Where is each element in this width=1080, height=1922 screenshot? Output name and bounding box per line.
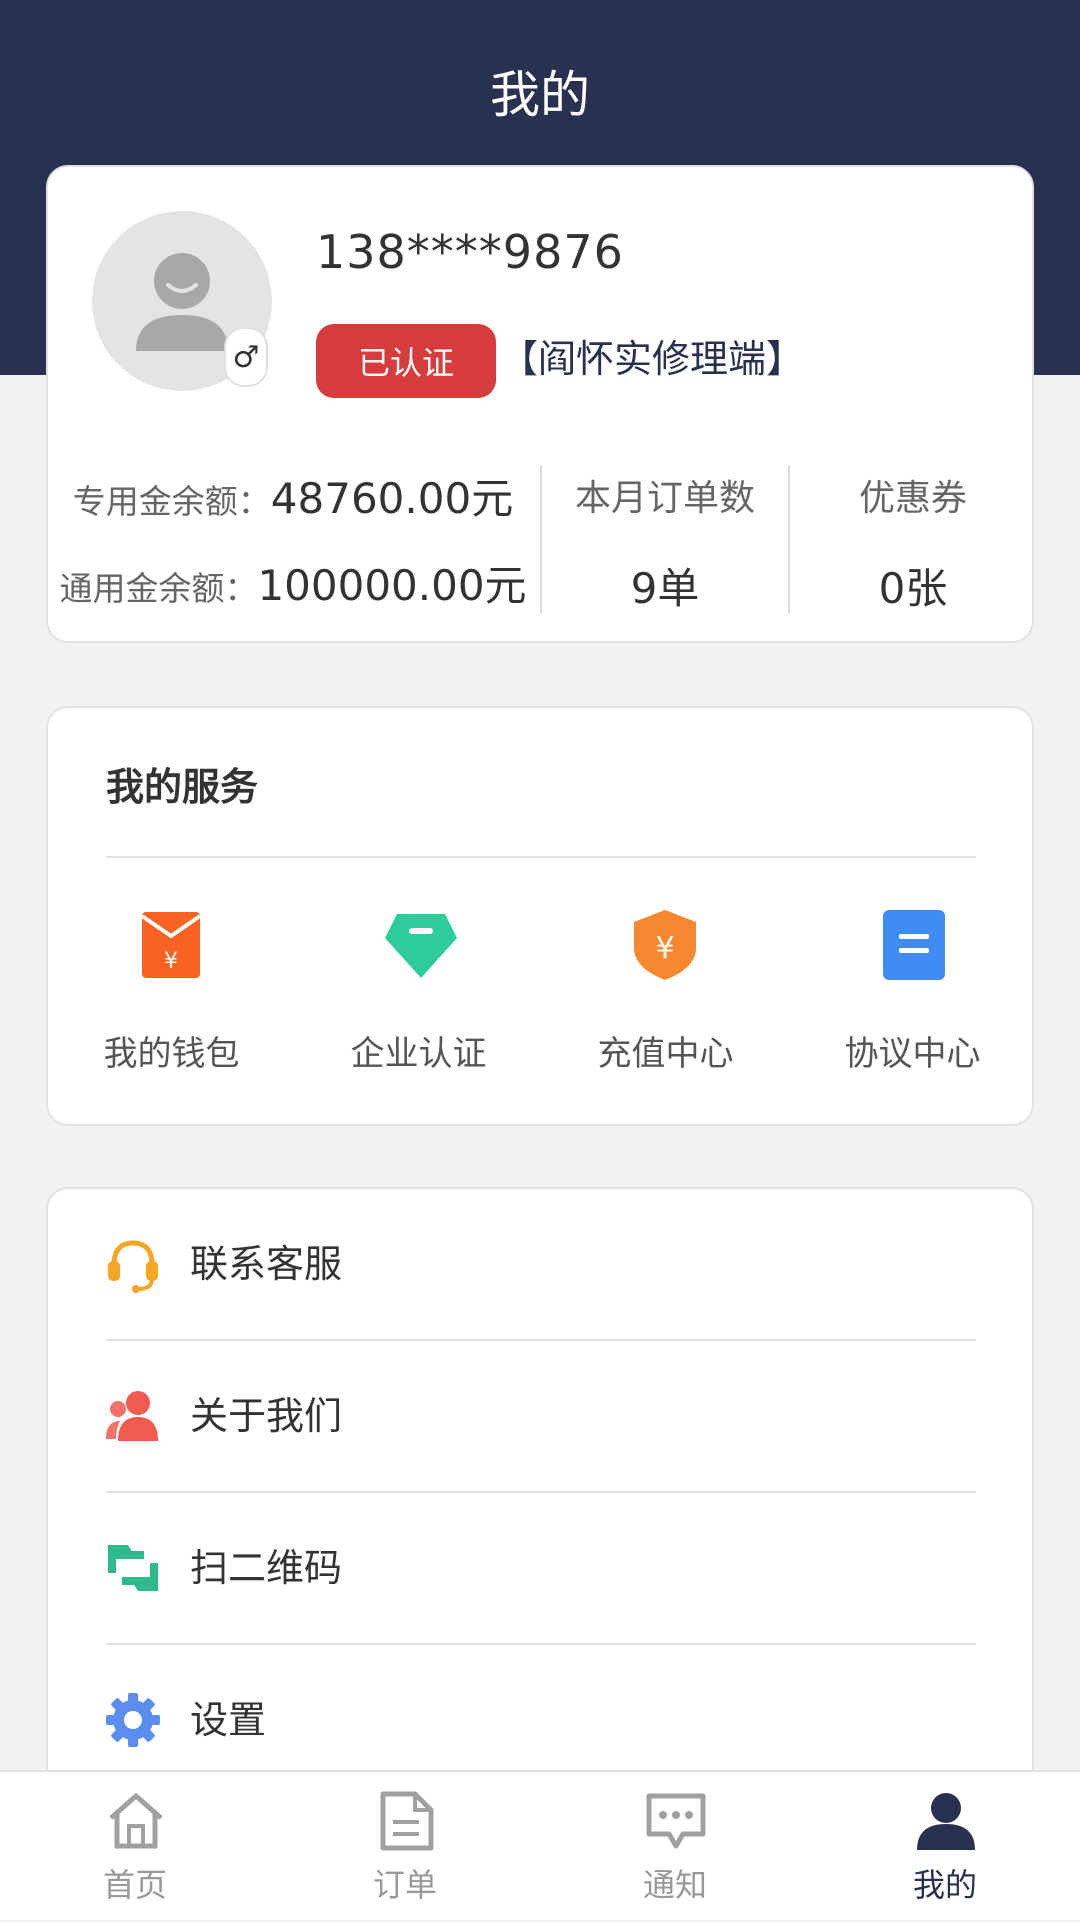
svg-text:¥: ¥ <box>164 949 178 974</box>
menu-label: 设置 <box>190 1698 267 1742</box>
menu-item-about-us[interactable]: 关于我们 <box>48 1341 1032 1491</box>
monthly-orders-label: 本月订单数 <box>574 478 755 519</box>
menu-item-contact-service[interactable]: 联系客服 <box>48 1189 1032 1339</box>
home-icon <box>105 1790 167 1852</box>
coupons-label: 优惠券 <box>858 478 967 519</box>
service-wallet[interactable]: ¥ 我的钱包 <box>48 908 295 1088</box>
user-phone: 138****9876 <box>316 225 624 279</box>
service-label: 充值中心 <box>597 1034 734 1074</box>
tab-label: 通知 <box>642 1866 707 1904</box>
scan-icon <box>104 1539 162 1597</box>
page-title: 我的 <box>490 66 590 124</box>
tab-home[interactable]: 首页 <box>0 1772 270 1922</box>
document-icon <box>877 908 947 982</box>
service-enterprise-cert[interactable]: 企业认证 <box>295 908 542 1088</box>
coupons-value: 0张 <box>878 564 948 613</box>
gender-male-icon: ♂ <box>224 327 268 387</box>
general-balance-label: 通用金余额： <box>59 569 258 608</box>
users-icon <box>104 1387 162 1445</box>
general-balance-value: 100000.00元 <box>257 561 527 610</box>
service-agreement-center[interactable]: 协议中心 <box>789 908 1036 1088</box>
dedicated-balance-label: 专用金余额： <box>72 482 271 521</box>
person-icon <box>915 1790 977 1852</box>
gear-icon <box>104 1691 162 1749</box>
services-card: 我的服务 ¥ 我的钱包 企业认证 ¥ 充值中心 协议中心 <box>46 706 1034 1126</box>
tab-mine[interactable]: 我的 <box>810 1772 1080 1922</box>
menu-label: 关于我们 <box>190 1394 343 1438</box>
menu-label: 联系客服 <box>190 1242 343 1286</box>
dedicated-balance[interactable]: 专用金余额：48760.00元 <box>48 465 538 526</box>
tab-notifications[interactable]: 通知 <box>540 1772 810 1922</box>
tab-orders[interactable]: 订单 <box>270 1772 540 1922</box>
general-balance[interactable]: 通用金余额：100000.00元 <box>48 552 538 613</box>
headset-icon <box>104 1235 162 1293</box>
tab-label: 我的 <box>912 1866 977 1904</box>
menu-label: 扫二维码 <box>190 1546 343 1590</box>
message-icon <box>645 1790 707 1852</box>
tab-label: 订单 <box>372 1866 437 1904</box>
service-label: 企业认证 <box>350 1034 487 1074</box>
menu-item-scan-qr[interactable]: 扫二维码 <box>48 1493 1032 1643</box>
monthly-orders-value: 9单 <box>630 564 700 613</box>
diamond-icon <box>383 908 457 982</box>
service-label: 我的钱包 <box>103 1034 240 1074</box>
divider <box>106 856 976 858</box>
bottom-tab-bar: 首页 订单 通知 我的 <box>0 1770 1080 1920</box>
services-title: 我的服务 <box>106 765 259 809</box>
tab-label: 首页 <box>102 1866 167 1904</box>
wallet-icon: ¥ <box>136 908 206 982</box>
profile-card: ♂ 138****9876 已认证 【阎怀实修理端】 专用金余额：48760.0… <box>46 165 1034 643</box>
service-label: 协议中心 <box>844 1034 981 1074</box>
certified-badge: 已认证 <box>316 324 496 398</box>
shield-yen-icon: ¥ <box>630 908 700 982</box>
service-recharge-center[interactable]: ¥ 充值中心 <box>542 908 789 1088</box>
svg-text:¥: ¥ <box>655 931 674 966</box>
order-icon <box>375 1790 437 1852</box>
dedicated-balance-value: 48760.00元 <box>270 474 514 523</box>
company-name: 【阎怀实修理端】 <box>500 337 805 381</box>
